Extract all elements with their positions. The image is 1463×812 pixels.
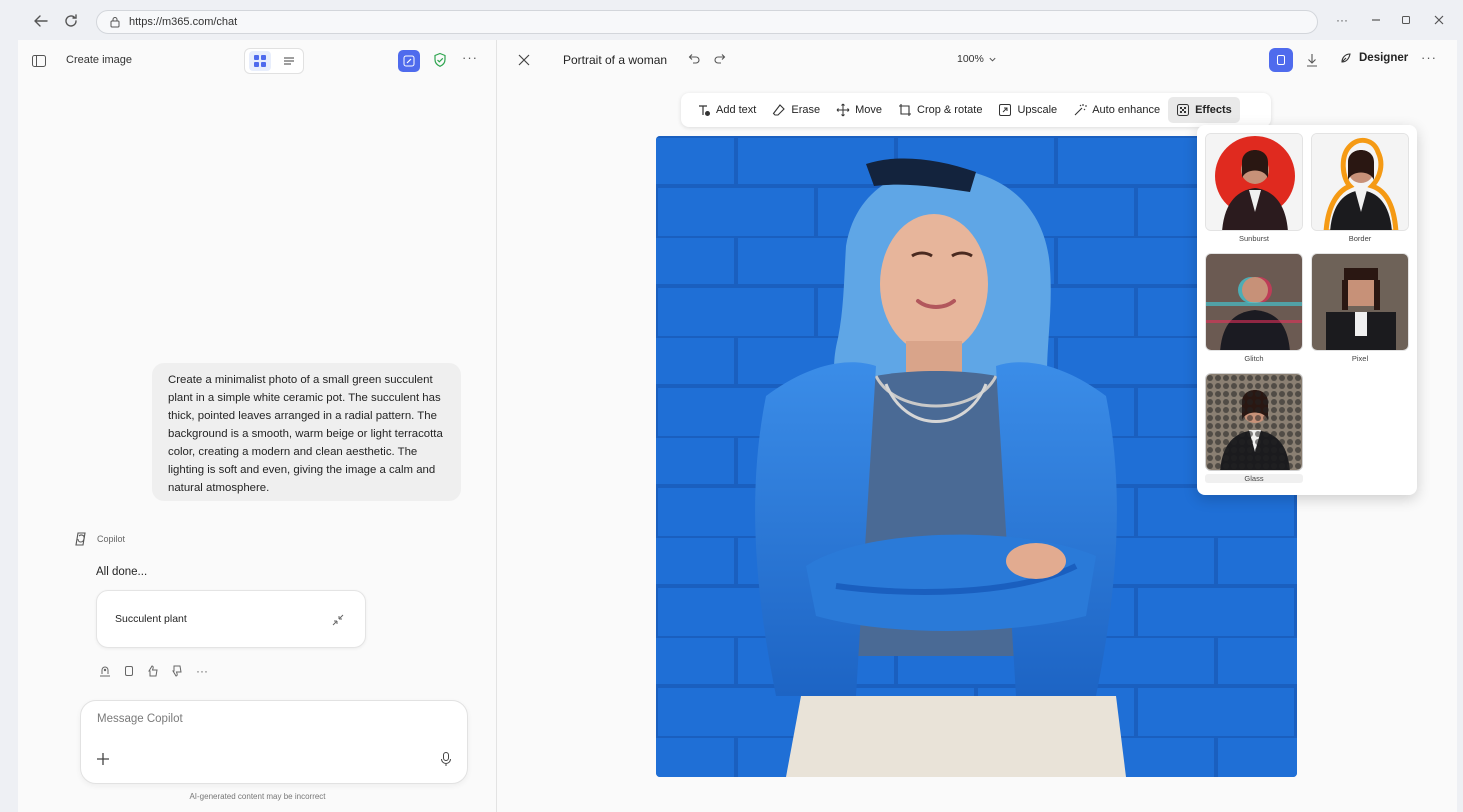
message-composer[interactable]: Message Copilot (80, 700, 468, 784)
designer-icon (1341, 53, 1351, 63)
add-text-button[interactable]: Add text (689, 97, 764, 123)
browser-menu-icon[interactable]: ··· (1334, 12, 1350, 28)
move-button[interactable]: Move (828, 97, 890, 123)
assistant-name: Copilot (97, 534, 126, 544)
compose-icon (403, 55, 415, 67)
effect-option[interactable]: Glitch (1205, 253, 1303, 363)
upscale-button[interactable]: Upscale (990, 97, 1065, 123)
zoom-dropdown[interactable]: 100% (957, 53, 997, 65)
more-actions-icon[interactable]: ··· (196, 664, 208, 678)
edit-toolbar: Add text Erase Move Crop & rotate Upscal… (681, 93, 1271, 127)
lock-icon (109, 16, 121, 28)
composer-placeholder[interactable]: Message Copilot (97, 713, 183, 725)
sunburst-thumbnail[interactable] (1205, 133, 1303, 231)
magic-wand-icon (1074, 104, 1088, 116)
glitch-thumbnail[interactable] (1205, 253, 1303, 351)
minimize-icon[interactable] (1368, 12, 1384, 28)
share-icon[interactable] (98, 664, 112, 678)
add-attachment-icon[interactable] (95, 751, 111, 767)
effect-label: Pixel (1351, 354, 1369, 363)
designer-label: Designer (1359, 52, 1409, 64)
effect-option[interactable]: Pixel (1311, 253, 1409, 363)
add-text-icon (699, 105, 710, 116)
response-text: All done... (96, 566, 148, 578)
card-title: Succulent plant (115, 613, 187, 625)
effects-button[interactable]: Effects (1168, 97, 1240, 123)
disclaimer: AI-generated content may be incorrect (189, 792, 326, 801)
shield-check-icon[interactable] (432, 52, 448, 68)
upscale-icon (999, 104, 1012, 116)
effects-icon (1177, 104, 1190, 116)
erase-button[interactable]: Erase (764, 97, 828, 123)
redo-icon[interactable] (713, 52, 727, 66)
close-window-icon[interactable] (1431, 12, 1447, 28)
copy-icon[interactable] (122, 664, 136, 678)
chevron-down-icon (989, 57, 996, 62)
effect-option-selected[interactable]: Glass (1205, 373, 1303, 483)
effect-option[interactable]: Sunburst (1205, 133, 1303, 243)
more-options-icon[interactable]: ··· (1421, 50, 1437, 65)
sidebar-toggle-icon[interactable] (30, 52, 48, 70)
effect-label: Sunburst (1238, 234, 1270, 243)
effect-option[interactable]: Border (1311, 133, 1409, 243)
image-result-card[interactable]: Succulent plant (96, 590, 366, 648)
close-editor-icon[interactable] (517, 53, 531, 67)
browser-chrome: https://m365.com/chat ··· (0, 0, 1463, 40)
grid-view-button[interactable] (248, 51, 271, 71)
effects-panel: Sunburst Border Glitch Pixel Glass (1197, 125, 1417, 495)
maximize-icon[interactable] (1398, 12, 1414, 28)
undo-icon[interactable] (687, 52, 701, 66)
thumbs-down-icon[interactable] (170, 664, 184, 678)
url-text: https://m365.com/chat (129, 16, 238, 28)
chat-panel: Create image ··· Create a minimalist pho… (18, 40, 497, 812)
new-chat-button[interactable] (398, 50, 420, 72)
grid-icon (253, 55, 266, 67)
effect-label: Border (1348, 234, 1372, 243)
thumbs-up-icon[interactable] (146, 664, 160, 678)
auto-enhance-button[interactable]: Auto enhance (1065, 97, 1168, 123)
view-toggle (244, 48, 304, 74)
collapse-icon[interactable] (331, 613, 345, 627)
edit-mode-button[interactable] (1269, 48, 1293, 72)
eraser-icon (773, 104, 786, 116)
download-icon[interactable] (1305, 52, 1319, 68)
address-bar[interactable]: https://m365.com/chat (96, 10, 1318, 34)
copilot-logo-icon (72, 530, 90, 548)
list-view-button[interactable] (278, 51, 300, 71)
pixel-thumbnail[interactable] (1311, 253, 1409, 351)
zoom-level: 100% (957, 53, 984, 65)
list-icon (283, 57, 294, 65)
back-arrow-icon[interactable] (32, 12, 50, 30)
response-actions: ··· (98, 664, 208, 678)
panel-title: Create image (66, 54, 133, 66)
microphone-icon[interactable] (439, 751, 453, 767)
image-editor: Portrait of a woman 100% Designer ··· Ad… (497, 40, 1457, 812)
more-options-icon[interactable]: ··· (462, 50, 478, 65)
crop-icon (899, 104, 912, 116)
assistant-header: Copilot (72, 530, 125, 548)
move-icon (836, 103, 850, 117)
user-prompt-bubble: Create a minimalist photo of a small gre… (152, 363, 461, 501)
glass-thumbnail[interactable] (1205, 373, 1303, 471)
effect-label: Glass (1205, 474, 1303, 483)
effect-label: Glitch (1244, 354, 1264, 363)
border-thumbnail[interactable] (1311, 133, 1409, 231)
designer-button[interactable]: Designer (1339, 51, 1408, 65)
image-title: Portrait of a woman (563, 53, 668, 67)
copy-icon (1277, 55, 1285, 65)
crop-rotate-button[interactable]: Crop & rotate (890, 97, 990, 123)
refresh-icon[interactable] (62, 12, 80, 30)
